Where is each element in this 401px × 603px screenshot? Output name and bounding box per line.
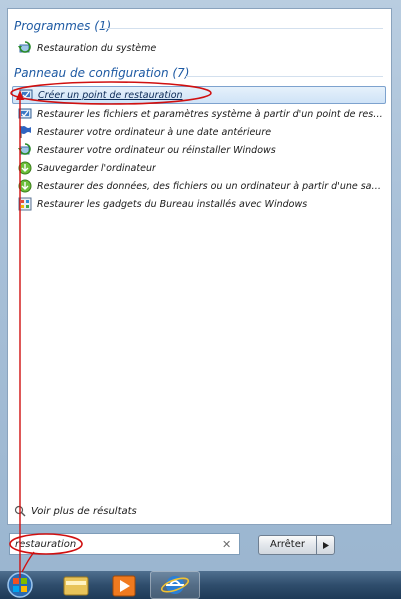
clear-search-icon[interactable]: ✕ [222, 538, 231, 551]
backup-icon [18, 179, 32, 193]
internet-explorer-icon [160, 576, 190, 594]
divider [186, 76, 383, 77]
media-player-icon [112, 575, 136, 597]
result-restauration-du-systeme[interactable]: Restauration du système [12, 39, 386, 57]
result-sauvegarder-ordinateur[interactable]: Sauvegarder l'ordinateur [12, 159, 386, 177]
divider [100, 28, 383, 29]
start-orb-icon [7, 572, 33, 598]
restore-point-icon [18, 108, 32, 119]
result-restaurer-donnees[interactable]: Restaurer des données, des fichiers ou u… [12, 177, 386, 195]
explorer-icon [63, 576, 89, 596]
search-input[interactable] [10, 538, 220, 550]
taskbar [0, 571, 401, 599]
result-creer-point-restauration[interactable]: Créer un point de restauration [12, 86, 386, 104]
shutdown-button[interactable]: Arrêter [258, 535, 316, 555]
restore-point-icon [19, 89, 33, 100]
control-panel-group-header: Panneau de configuration (7) [14, 66, 190, 80]
shutdown-options-button[interactable] [316, 535, 335, 555]
result-restaurer-date-anterieure[interactable]: Restaurer votre ordinateur à une date an… [12, 123, 386, 141]
search-results-panel: Programmes (1) Restauration du système P… [7, 8, 392, 525]
start-menu: Programmes (1) Restauration du système P… [0, 0, 401, 571]
chevron-right-icon [322, 541, 329, 549]
gadgets-icon [18, 197, 32, 211]
system-restore-icon [18, 143, 31, 155]
result-restaurer-ou-reinstaller[interactable]: Restaurer votre ordinateur ou réinstalle… [12, 141, 386, 159]
shutdown-control: Arrêter [258, 535, 335, 555]
result-restaurer-fichiers-parametres[interactable]: Restaurer les fichiers et paramètres sys… [12, 105, 386, 123]
programs-group-header: Programmes (1) [14, 19, 112, 33]
taskbar-media-player-button[interactable] [104, 571, 144, 599]
taskbar-internet-explorer-button[interactable] [150, 571, 200, 599]
result-restaurer-gadgets[interactable]: Restaurer les gadgets du Bureau installé… [12, 195, 386, 213]
see-more-results-link[interactable]: Voir plus de résultats [14, 505, 137, 517]
taskbar-explorer-button[interactable] [56, 571, 96, 599]
search-box[interactable]: ✕ [9, 533, 240, 555]
system-restore-icon [18, 41, 31, 53]
backup-icon [18, 161, 32, 175]
search-icon [14, 505, 26, 517]
flag-icon [20, 126, 31, 138]
start-button[interactable] [0, 571, 44, 599]
